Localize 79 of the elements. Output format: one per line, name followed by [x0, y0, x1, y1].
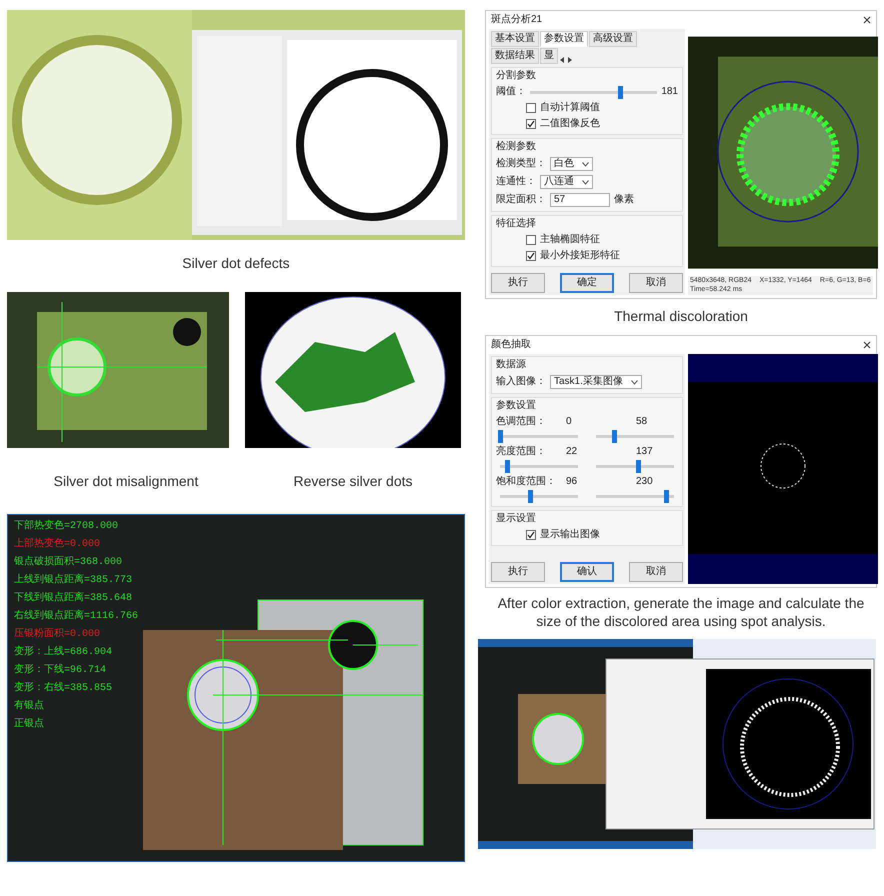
slider-thumb[interactable] — [528, 490, 533, 504]
tab[interactable]: 显 — [540, 48, 558, 64]
checkbox[interactable] — [526, 235, 536, 245]
dialog-button[interactable]: 取消 — [629, 562, 683, 582]
caret-icon — [582, 162, 589, 166]
image-caption: Thermal discoloration — [613, 307, 749, 326]
measurement-text: 右线到银点距离=1116.766 — [14, 609, 138, 624]
tab[interactable]: 基本设置 — [491, 31, 539, 47]
slider-value: 137 — [636, 446, 653, 458]
dropdown[interactable]: 八连通 — [540, 175, 593, 189]
checkbox[interactable] — [526, 530, 536, 540]
image-caption: Silver dot misalignment — [52, 472, 200, 490]
group-title: 分割参数 — [496, 70, 537, 82]
close-icon — [863, 16, 871, 24]
field-label: 限定面积： — [496, 194, 546, 206]
dialog-button[interactable]: 执行 — [491, 273, 545, 293]
checkbox[interactable] — [526, 119, 536, 129]
slider-thumb[interactable] — [636, 460, 642, 474]
slider-value: 0 — [566, 416, 573, 428]
dialog-title: 斑点分析21 — [491, 14, 542, 26]
close-icon — [863, 341, 871, 350]
dialog-button[interactable]: 执行 — [491, 562, 545, 582]
slider-value: 58 — [636, 416, 648, 428]
image-caption: Silver dot defects — [181, 254, 291, 272]
measurement-text: 上线到银点距离=385.773 — [14, 573, 132, 588]
slider-thumb[interactable] — [612, 430, 617, 444]
checkbox-label: 显示输出图像 — [540, 529, 600, 542]
checkbox-label: 自动计算阈值 — [540, 102, 600, 114]
slider-value: 22 — [566, 446, 578, 458]
dialog-title: 颜色抽取 — [491, 339, 531, 352]
checkbox-label: 主轴椭圆特征 — [540, 234, 600, 246]
tab[interactable]: 参数设置 — [540, 31, 588, 47]
field-label: 色调范围： — [496, 416, 547, 428]
caret-icon — [630, 380, 638, 385]
tab[interactable]: 数据结果 — [491, 48, 539, 64]
group-title: 特征选择 — [496, 218, 537, 230]
unit-label: 像素 — [614, 194, 634, 206]
measurement-text: 正银点 — [14, 717, 44, 732]
slider-value: 181 — [661, 86, 678, 98]
number-field[interactable]: 57 — [550, 193, 610, 207]
field-label: 亮度范围： — [496, 446, 547, 458]
image-caption: Reverse silver dots — [292, 472, 414, 490]
measurement-text: 变形：上线=686.904 — [14, 645, 112, 660]
slider-value: 230 — [636, 476, 653, 488]
field-label: 连通性： — [496, 176, 536, 188]
field-label: 阈值： — [496, 86, 526, 98]
group-title: 数据源 — [496, 359, 527, 372]
slider-thumb[interactable] — [505, 460, 510, 474]
checkbox-label: 二值图像反色 — [540, 118, 600, 130]
field-label: 饱和度范围： — [496, 476, 557, 488]
measurement-text: 下线到银点距离=385.648 — [14, 591, 132, 606]
dropdown[interactable]: 白色 — [550, 157, 593, 171]
checkbox-label: 最小外接矩形特征 — [540, 250, 620, 262]
dropdown[interactable]: Task1.采集图像 — [550, 375, 642, 390]
slider-value: 96 — [566, 476, 578, 488]
image-caption: After color extraction, generate the image and calculate the size of the discolored area using spot analysis. — [496, 594, 866, 631]
measurement-text: 有银点 — [14, 699, 44, 714]
dialog-button[interactable]: 确认 — [560, 562, 614, 582]
group-title: 检测参数 — [496, 141, 537, 153]
measurement-text: 银点破损面积=368.000 — [14, 555, 122, 570]
slider-thumb[interactable] — [664, 490, 670, 504]
tab-scroll-icon — [559, 56, 573, 64]
measurement-text: 变形：右线=385.855 — [14, 681, 112, 696]
checkbox[interactable] — [526, 251, 536, 261]
group-title: 显示设置 — [496, 513, 537, 526]
dialog-button[interactable]: 确定 — [560, 273, 614, 293]
group-title: 参数设置 — [496, 400, 537, 412]
measurement-text: 上部热变色=0.000 — [14, 537, 100, 552]
tab[interactable]: 高级设置 — [589, 31, 637, 47]
dialog-button[interactable]: 取消 — [629, 273, 683, 293]
caret-icon — [582, 180, 589, 184]
slider-thumb[interactable] — [498, 430, 503, 444]
measurement-text: 下部热变色=2708.000 — [14, 519, 118, 534]
slider-thumb[interactable] — [618, 86, 624, 98]
checkbox[interactable] — [526, 103, 536, 113]
measurement-text: 变形：下线=96.714 — [14, 663, 106, 678]
field-label: 输入图像： — [496, 376, 546, 388]
field-label: 检测类型： — [496, 158, 546, 170]
measurement-text: 压银粉面积=0.000 — [14, 627, 100, 642]
